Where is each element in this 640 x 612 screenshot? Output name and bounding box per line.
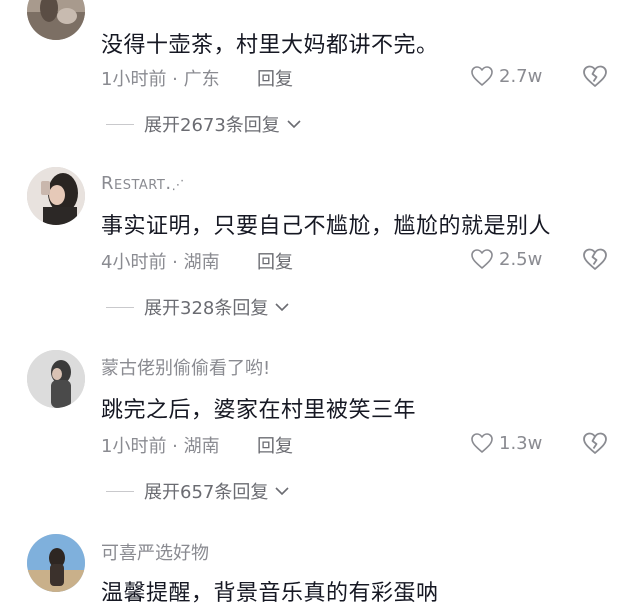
- avatar-photo: [27, 167, 85, 225]
- avatar[interactable]: [27, 350, 85, 408]
- like-button[interactable]: 2.7w: [470, 63, 542, 89]
- like-button[interactable]: 1.3w: [470, 430, 542, 456]
- chevron-down-icon: [275, 487, 289, 496]
- username-decoration: ⋰: [171, 178, 185, 193]
- expand-replies[interactable]: 展开2673条回复: [106, 113, 302, 136]
- comment-text: 没得十壶茶，村里大妈都讲不完。: [101, 33, 439, 58]
- comment-text: 跳完之后，婆家在村里被笑三年: [101, 398, 417, 423]
- avatar[interactable]: [27, 0, 85, 40]
- reply-button[interactable]: 回复: [257, 65, 293, 91]
- reply-button[interactable]: 回复: [257, 248, 293, 274]
- broken-heart-icon[interactable]: [582, 247, 608, 271]
- comment-time-location: 1小时前 · 湖南: [101, 436, 220, 457]
- comment-text: 温馨提醒，背景音乐真的有彩蛋呐: [101, 581, 439, 606]
- like-count: 2.7w: [499, 65, 543, 87]
- heart-outline-icon: [471, 249, 493, 269]
- comment-username[interactable]: 蒙古佬别偷偷看了哟!: [101, 354, 270, 380]
- divider-line: [106, 306, 134, 308]
- avatar[interactable]: [27, 534, 85, 592]
- broken-heart-icon[interactable]: [582, 64, 608, 88]
- expand-replies[interactable]: 展开657条回复: [106, 480, 290, 503]
- expand-replies-label: 展开2673条回复: [144, 115, 280, 136]
- chevron-down-icon: [275, 303, 289, 312]
- expand-replies-label: 展开657条回复: [144, 482, 269, 503]
- heart-outline-icon: [471, 433, 493, 453]
- heart-outline-icon: [471, 66, 493, 86]
- reply-button[interactable]: 回复: [257, 432, 293, 458]
- comment-time-location: 4小时前 · 湖南: [101, 252, 220, 273]
- like-button[interactable]: 2.5w: [470, 246, 542, 272]
- avatar-photo: [27, 350, 85, 408]
- like-count: 2.5w: [499, 248, 543, 270]
- divider-line: [106, 123, 134, 125]
- expand-replies[interactable]: 展开328条回复: [106, 296, 290, 319]
- expand-replies-label: 展开328条回复: [144, 298, 269, 319]
- chevron-down-icon: [287, 120, 301, 129]
- avatar-photo: [27, 534, 85, 592]
- comment-time-location: 1小时前 · 广东: [101, 69, 220, 90]
- avatar[interactable]: [27, 167, 85, 225]
- comment-username[interactable]: 可喜严选好物: [101, 539, 209, 565]
- comment-username[interactable]: Restart.⋰: [101, 173, 185, 194]
- comment-text: 事实证明，只要自己不尴尬，尴尬的就是别人: [101, 214, 552, 239]
- divider-line: [106, 490, 134, 492]
- like-count: 1.3w: [499, 432, 543, 454]
- broken-heart-icon[interactable]: [582, 431, 608, 455]
- avatar-photo: [27, 0, 85, 40]
